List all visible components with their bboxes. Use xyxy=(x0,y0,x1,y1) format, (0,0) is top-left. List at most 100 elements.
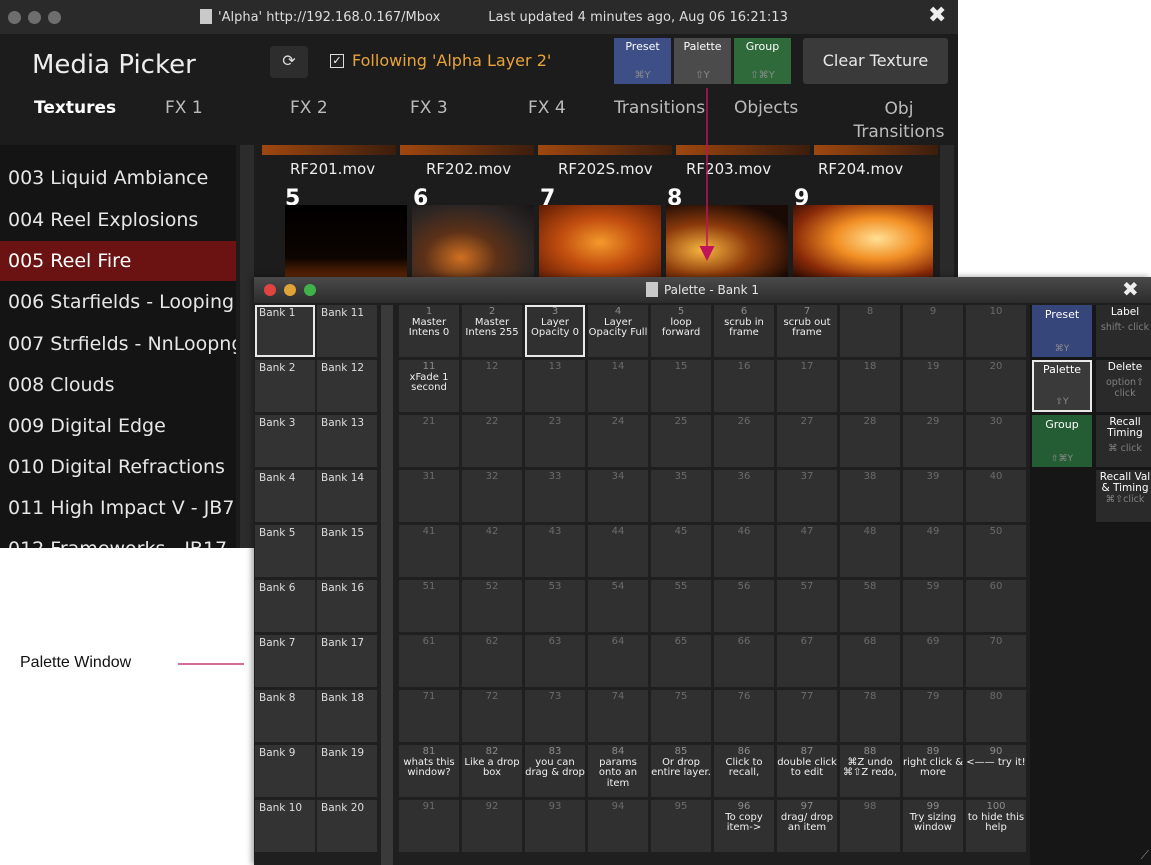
recall-timing-button[interactable]: Recall Timing ⌘ click xyxy=(1096,415,1151,467)
palette-cell[interactable]: 5 loop forward xyxy=(651,305,711,357)
palette-cell[interactable]: 84 params onto an item xyxy=(588,745,648,797)
palette-cell[interactable]: 9 xyxy=(903,305,963,357)
palette-group-mode-button[interactable]: Group ⇧⌘Y xyxy=(1032,415,1092,467)
pin-icon[interactable]: ✖ xyxy=(928,3,946,28)
bank-button[interactable]: Bank 20 xyxy=(317,800,377,852)
tab-fx-3[interactable]: FX 3 xyxy=(410,98,448,118)
palette-cell[interactable]: 29 xyxy=(903,415,963,467)
list-scrollbar[interactable] xyxy=(240,145,254,548)
bank-button[interactable]: Bank 16 xyxy=(317,580,377,632)
tab-fx-2[interactable]: FX 2 xyxy=(290,98,328,118)
palette-cell[interactable]: 90 <—— try it! xyxy=(966,745,1026,797)
palette-cell[interactable]: 23 xyxy=(525,415,585,467)
bank-button[interactable]: Bank 13 xyxy=(317,415,377,467)
palette-cell[interactable]: 60 xyxy=(966,580,1026,632)
palette-cell[interactable]: 74 xyxy=(588,690,648,742)
palette-cell[interactable]: 38 xyxy=(840,470,900,522)
bank-button[interactable]: Bank 17 xyxy=(317,635,377,687)
bank-button[interactable]: Bank 11 xyxy=(317,305,377,357)
bank-button[interactable]: Bank 2 xyxy=(255,360,315,412)
tab-textures[interactable]: Textures xyxy=(34,98,116,118)
palette-cell[interactable]: 94 xyxy=(588,800,648,852)
palette-cell[interactable]: 99 Try sizing window xyxy=(903,800,963,852)
palette-cell[interactable]: 49 xyxy=(903,525,963,577)
list-item[interactable]: 006 Starfields - Looping xyxy=(0,282,236,322)
bank-button[interactable]: Bank 9 xyxy=(255,745,315,797)
palette-cell[interactable]: 58 xyxy=(840,580,900,632)
palette-cell[interactable]: 88 ⌘Z undo ⌘⇧Z redo, xyxy=(840,745,900,797)
close-window-button[interactable] xyxy=(8,11,21,24)
palette-palette-mode-button[interactable]: Palette ⇧Y xyxy=(1032,360,1092,412)
palette-cell[interactable]: 77 xyxy=(777,690,837,742)
palette-cell[interactable]: 37 xyxy=(777,470,837,522)
palette-cell[interactable]: 31 xyxy=(399,470,459,522)
delete-button[interactable]: Delete option⇧ click xyxy=(1096,360,1151,412)
palette-cell[interactable]: 21 xyxy=(399,415,459,467)
palette-cell[interactable]: 3 Layer Opacity 0 xyxy=(525,305,585,357)
palette-cell[interactable]: 79 xyxy=(903,690,963,742)
palette-cell[interactable]: 47 xyxy=(777,525,837,577)
palette-cell[interactable]: 62 xyxy=(462,635,522,687)
label-button[interactable]: Label shift- click xyxy=(1096,305,1151,357)
palette-preset-mode-button[interactable]: Preset ⌘Y xyxy=(1032,305,1092,357)
palette-cell[interactable]: 12 xyxy=(462,360,522,412)
recall-val-timing-button[interactable]: Recall Val & Timing ⌘⇧click xyxy=(1096,470,1151,522)
palette-cell[interactable]: 55 xyxy=(651,580,711,632)
palette-cell[interactable]: 15 xyxy=(651,360,711,412)
thumbnail-image[interactable] xyxy=(793,205,933,280)
palette-cell[interactable]: 16 xyxy=(714,360,774,412)
palette-cell[interactable]: 10 xyxy=(966,305,1026,357)
thumbnail-image[interactable] xyxy=(666,205,788,280)
palette-cell[interactable]: 54 xyxy=(588,580,648,632)
palette-cell[interactable]: 78 xyxy=(840,690,900,742)
palette-cell[interactable]: 72 xyxy=(462,690,522,742)
bank-button[interactable]: Bank 3 xyxy=(255,415,315,467)
clear-texture-button[interactable]: Clear Texture xyxy=(803,38,948,84)
palette-cell[interactable]: 91 xyxy=(399,800,459,852)
bank-button[interactable]: Bank 5 xyxy=(255,525,315,577)
palette-cell[interactable]: 41 xyxy=(399,525,459,577)
resize-grip-icon[interactable]: ⟋ xyxy=(1141,848,1149,863)
list-item[interactable]: 011 High Impact V - JB7 xyxy=(0,488,236,528)
palette-cell[interactable]: 34 xyxy=(588,470,648,522)
palette-cell[interactable]: 42 xyxy=(462,525,522,577)
zoom-window-button[interactable] xyxy=(48,11,61,24)
palette-cell[interactable]: 68 xyxy=(840,635,900,687)
bank-button[interactable]: Bank 10 xyxy=(255,800,315,852)
palette-cell[interactable]: 65 xyxy=(651,635,711,687)
palette-cell[interactable]: 35 xyxy=(651,470,711,522)
palette-cell[interactable]: 67 xyxy=(777,635,837,687)
palette-cell[interactable]: 100 to hide this help xyxy=(966,800,1026,852)
bank-button[interactable]: Bank 1 xyxy=(255,305,315,357)
refresh-button[interactable]: ⟳ xyxy=(270,46,308,78)
palette-cell[interactable]: 75 xyxy=(651,690,711,742)
palette-cell[interactable]: 17 xyxy=(777,360,837,412)
palette-mode-button[interactable]: Palette ⇧Y xyxy=(674,38,731,84)
palette-cell[interactable]: 39 xyxy=(903,470,963,522)
palette-cell[interactable]: 93 xyxy=(525,800,585,852)
palette-cell[interactable]: 24 xyxy=(588,415,648,467)
bank-button[interactable]: Bank 14 xyxy=(317,470,377,522)
palette-cell[interactable]: 53 xyxy=(525,580,585,632)
list-item[interactable]: 008 Clouds xyxy=(0,365,236,405)
tab-objects[interactable]: Objects xyxy=(734,98,798,118)
minimize-window-button[interactable] xyxy=(28,11,41,24)
palette-cell[interactable]: 44 xyxy=(588,525,648,577)
palette-cell[interactable]: 89 right click & more xyxy=(903,745,963,797)
palette-cell[interactable]: 86 Click to recall, xyxy=(714,745,774,797)
palette-cell[interactable]: 50 xyxy=(966,525,1026,577)
palette-cell[interactable]: 64 xyxy=(588,635,648,687)
tab-fx-1[interactable]: FX 1 xyxy=(165,98,203,118)
palette-cell[interactable]: 46 xyxy=(714,525,774,577)
palette-cell[interactable]: 70 xyxy=(966,635,1026,687)
palette-cell[interactable]: 18 xyxy=(840,360,900,412)
palette-cell[interactable]: 43 xyxy=(525,525,585,577)
list-item-selected[interactable]: 005 Reel Fire xyxy=(0,241,236,281)
list-item[interactable]: 003 Liquid Ambiance xyxy=(0,158,236,198)
palette-cell[interactable]: 82 Like a drop box xyxy=(462,745,522,797)
palette-cell[interactable]: 80 xyxy=(966,690,1026,742)
bank-button[interactable]: Bank 4 xyxy=(255,470,315,522)
palette-cell[interactable]: 85 Or drop entire layer. xyxy=(651,745,711,797)
list-item[interactable]: 010 Digital Refractions xyxy=(0,447,236,487)
bank-button[interactable]: Bank 8 xyxy=(255,690,315,742)
